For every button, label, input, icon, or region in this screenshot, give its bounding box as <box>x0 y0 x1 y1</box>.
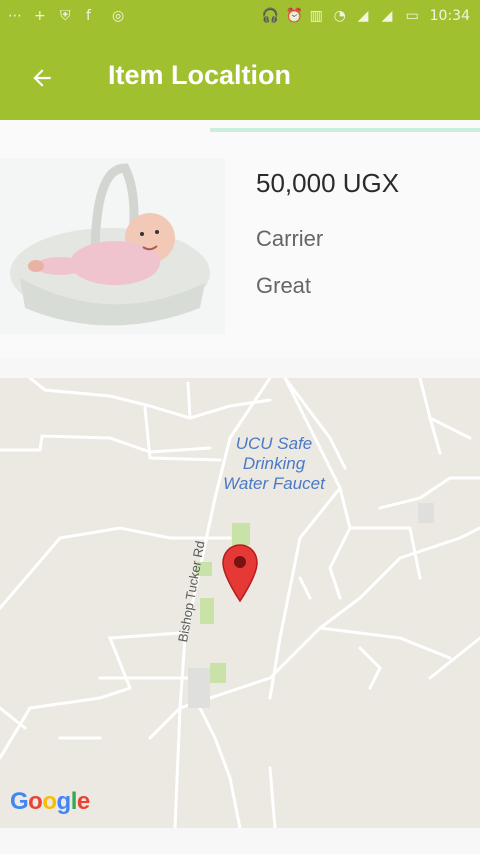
camera-icon: ◎ <box>112 8 125 24</box>
signal-icon: ◢ <box>381 8 393 24</box>
back-button[interactable] <box>18 54 66 102</box>
signal-icon: ◢ <box>357 8 369 24</box>
item-card[interactable]: 50,000 UGX Carrier Great <box>0 120 480 384</box>
facebook-icon: f <box>86 8 91 24</box>
dots-icon: ⋯ <box>8 8 22 24</box>
arrow-back-icon <box>33 69 51 87</box>
item-name: Carrier <box>256 226 324 251</box>
status-time: 10:34 <box>429 8 470 24</box>
item-price: 50,000 UGX <box>256 168 400 198</box>
google-logo: Google <box>10 788 90 815</box>
item-condition: Great <box>256 273 312 298</box>
alarm-icon: ⏰ <box>285 8 304 24</box>
app-bar: Item Localtion <box>0 36 480 120</box>
bottom-bar <box>0 828 480 854</box>
vibrate-icon: ▥ <box>309 8 323 24</box>
map-marker-icon[interactable] <box>221 543 259 603</box>
battery-icon: ▭ <box>405 8 419 24</box>
shield-icon: ⛨ <box>60 8 71 24</box>
divider <box>210 128 480 132</box>
map-view[interactable]: UCU Safe Drinking Water Faucet Bishop Tu… <box>0 378 480 828</box>
wifi-icon: ◔ <box>333 8 346 24</box>
headphone-icon: 🎧 <box>261 8 280 24</box>
page-title: Item Localtion <box>108 60 292 90</box>
plus-icon: + <box>34 8 46 24</box>
status-bar: ⋯ + ⛨ f ◎ 🎧 ⏰ ▥ ◔ ◢ ◢ ▭ 10:34 <box>0 0 480 36</box>
item-photo <box>0 158 225 334</box>
poi-label[interactable]: UCU Safe Drinking Water Faucet <box>214 434 334 494</box>
